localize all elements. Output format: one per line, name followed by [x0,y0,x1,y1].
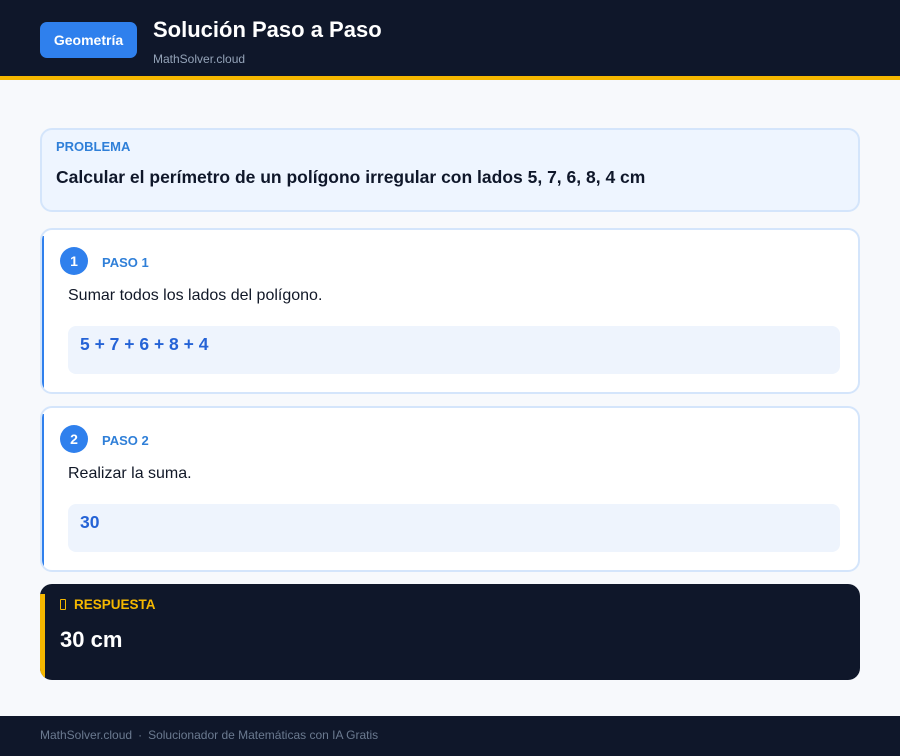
step-description: Realizar la suma. [68,465,192,482]
step-expression-box: 30 [68,504,840,552]
step-card-2: 2 PASO 2 Realizar la suma. 30 [40,406,860,572]
header: Geometría Solución Paso a Paso MathSolve… [0,0,900,80]
step-number: 2 [60,425,88,453]
footer-text: MathSolver.cloud · Solucionador de Matemát… [40,728,378,742]
category-badge[interactable]: Geometría [40,22,137,58]
step-number: 1 [60,247,88,275]
problem-text: Calcular el perímetro de un polígono irr… [56,167,646,187]
answer-card: RESPUESTA 30 cm [40,584,860,680]
step-expression-box: 5 + 7 + 6 + 8 + 4 [68,326,840,374]
step-label: PASO 2 [102,433,149,448]
step-card-1: 1 PASO 1 Sumar todos los lados del políg… [40,228,860,394]
footer: MathSolver.cloud · Solucionador de Matemát… [0,716,900,756]
answer-header: RESPUESTA [60,597,156,612]
footer-site[interactable]: MathSolver.cloud [40,728,132,742]
step-expression: 30 [80,512,100,532]
footer-separator: · [138,728,143,742]
step-label: PASO 1 [102,255,149,270]
problem-card: PROBLEMA Calcular el perímetro de un pol… [40,128,860,212]
problem-label: PROBLEMA [56,139,131,154]
answer-value: 30 cm [60,627,123,652]
footer-tagline: Solucionador de Matemáticas con IA Grati… [148,728,379,742]
site-name: MathSolver.cloud [153,52,246,66]
page-title: Solución Paso a Paso [153,17,382,42]
step-description: Sumar todos los lados del polígono. [68,287,323,304]
step-expression: 5 + 7 + 6 + 8 + 4 [80,334,209,354]
answer-label: RESPUESTA [74,597,156,612]
lightbulb-icon [60,599,66,610]
